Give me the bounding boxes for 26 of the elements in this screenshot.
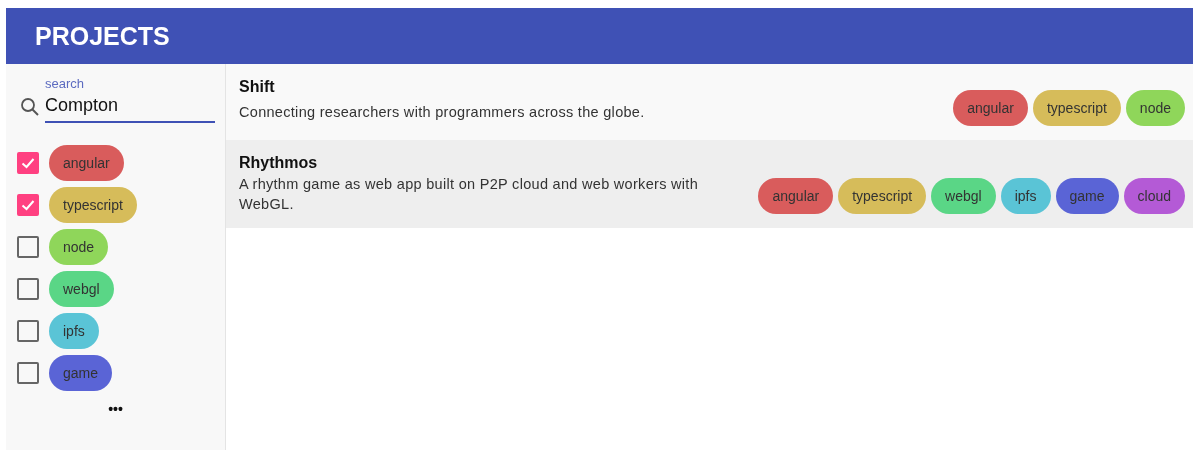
- tag-chip[interactable]: typescript: [838, 178, 927, 214]
- more-indicator[interactable]: •••: [108, 401, 123, 417]
- checkbox[interactable]: [17, 236, 39, 258]
- project-row[interactable]: Rhythmos A rhythm game as web app built on P2P cloud and web workers with WebGL. angular typescript webgl ipfs game cloud: [226, 140, 1193, 228]
- search-field[interactable]: Compton: [45, 91, 215, 123]
- tag-chip[interactable]: typescript: [49, 187, 137, 223]
- checkbox[interactable]: [17, 152, 39, 174]
- checkbox[interactable]: [17, 320, 39, 342]
- checkbox[interactable]: [17, 278, 39, 300]
- project-row[interactable]: Shift Connecting researchers with programmers across the globe. angular typescript node: [226, 64, 1193, 140]
- tag-chip[interactable]: node: [1125, 90, 1185, 126]
- search-icon: [20, 97, 40, 117]
- tag-chip[interactable]: webgl: [49, 271, 114, 307]
- search-label: search: [45, 76, 86, 91]
- tag-chip[interactable]: ipfs: [1000, 178, 1051, 214]
- project-title: Shift: [239, 78, 276, 96]
- project-description: Connecting researchers with programmers across the globe.: [239, 103, 646, 122]
- checkbox[interactable]: [17, 362, 39, 384]
- checkbox[interactable]: [17, 194, 39, 216]
- project-title: Rhythmos: [239, 154, 319, 172]
- page-title: PROJECTS: [35, 21, 170, 51]
- tag-chip[interactable]: node: [49, 229, 109, 265]
- tag-chip[interactable]: ipfs: [49, 313, 99, 349]
- project-description: A rhythm game as web app built on P2P cloud and web workers with WebGL.: [239, 175, 699, 214]
- tag-chip[interactable]: webgl: [931, 178, 996, 214]
- tag-chip[interactable]: typescript: [1032, 90, 1121, 126]
